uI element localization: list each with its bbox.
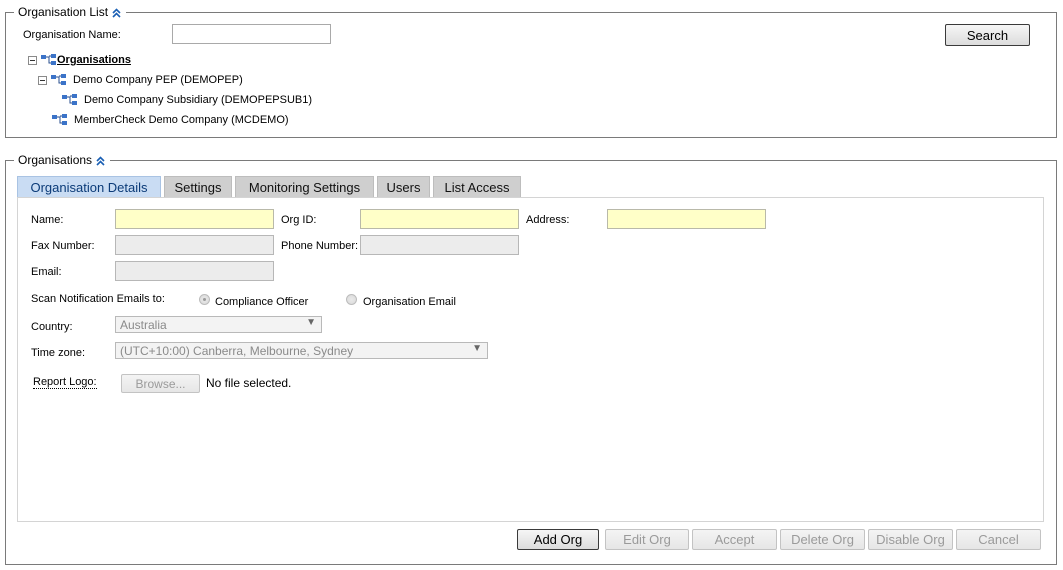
organisation-hierarchy-icon xyxy=(51,74,66,85)
phone-number-input xyxy=(360,235,519,255)
org-id-label: Org ID: xyxy=(281,214,317,226)
organisation-hierarchy-icon xyxy=(62,94,77,105)
file-status-text: No file selected. xyxy=(206,376,292,390)
organisation-name-input[interactable] xyxy=(172,24,331,44)
accept-button[interactable]: Accept xyxy=(692,529,777,550)
browse-button[interactable]: Browse... xyxy=(121,374,200,393)
org-id-input[interactable] xyxy=(360,209,519,229)
country-select[interactable]: Australia ▼ xyxy=(115,316,322,333)
collapse-chevrons-icon[interactable] xyxy=(95,155,106,166)
delete-org-button[interactable]: Delete Org xyxy=(780,529,865,550)
fax-number-input xyxy=(115,235,274,255)
tree-root-label[interactable]: Organisations xyxy=(57,54,131,66)
cancel-button[interactable]: Cancel xyxy=(956,529,1041,550)
edit-org-button[interactable]: Edit Org xyxy=(605,529,689,550)
name-label: Name: xyxy=(31,214,64,226)
compliance-officer-radio[interactable] xyxy=(199,294,210,305)
tree-root: Organisations xyxy=(28,54,131,66)
organisation-list-legend: Organisation List xyxy=(14,5,127,19)
time-zone-label: Time zone: xyxy=(31,347,86,359)
address-label: Address: xyxy=(526,214,570,226)
tree-item[interactable]: Demo Company PEP (DEMOPEP) xyxy=(38,74,243,86)
disable-org-button[interactable]: Disable Org xyxy=(868,529,953,550)
tree-collapse-toggle-icon[interactable] xyxy=(38,75,47,85)
add-org-button[interactable]: Add Org xyxy=(517,529,599,550)
dropdown-arrow-icon: ▼ xyxy=(306,317,316,328)
address-input[interactable] xyxy=(607,209,766,229)
tab-organisation-details[interactable]: Organisation Details xyxy=(17,176,161,197)
organisation-hierarchy-icon xyxy=(52,114,67,125)
organisation-name-label: Organisation Name: xyxy=(23,29,121,41)
tree-item[interactable]: MemberCheck Demo Company (MCDEMO) xyxy=(52,114,289,126)
tree-item-label[interactable]: Demo Company Subsidiary (DEMOPEPSUB1) xyxy=(84,94,312,106)
report-logo-label[interactable]: Report Logo: xyxy=(33,376,97,389)
time-zone-select[interactable]: (UTC+10:00) Canberra, Melbourne, Sydney … xyxy=(115,342,488,359)
dropdown-arrow-icon: ▼ xyxy=(472,343,482,354)
organisation-list-title: Organisation List xyxy=(18,5,109,19)
name-input[interactable] xyxy=(115,209,274,229)
tab-monitoring-settings[interactable]: Monitoring Settings xyxy=(235,176,374,197)
search-button[interactable]: Search xyxy=(945,24,1030,46)
collapse-chevrons-icon[interactable] xyxy=(111,7,122,18)
tab-users[interactable]: Users xyxy=(377,176,430,197)
time-zone-select-value: (UTC+10:00) Canberra, Melbourne, Sydney xyxy=(120,344,354,358)
phone-number-label: Phone Number: xyxy=(281,240,359,252)
tree-item[interactable]: Demo Company Subsidiary (DEMOPEPSUB1) xyxy=(62,94,312,106)
organisation-email-radio[interactable] xyxy=(346,294,357,305)
tree-item-label[interactable]: Demo Company PEP (DEMOPEP) xyxy=(73,74,243,86)
tab-settings[interactable]: Settings xyxy=(164,176,232,197)
email-label: Email: xyxy=(31,266,62,278)
email-input xyxy=(115,261,274,281)
organisations-title: Organisations xyxy=(18,153,93,167)
fax-number-label: Fax Number: xyxy=(31,240,95,252)
organisations-legend: Organisations xyxy=(14,153,111,167)
tree-collapse-toggle-icon[interactable] xyxy=(28,55,37,65)
country-label: Country: xyxy=(31,321,73,333)
organisation-email-label: Organisation Email xyxy=(363,296,456,308)
tab-list-access[interactable]: List Access xyxy=(433,176,521,197)
country-select-value: Australia xyxy=(120,318,167,332)
tree-item-label[interactable]: MemberCheck Demo Company (MCDEMO) xyxy=(74,114,289,126)
compliance-officer-label: Compliance Officer xyxy=(215,296,309,308)
scan-notification-label: Scan Notification Emails to: xyxy=(31,293,165,305)
organisation-hierarchy-icon xyxy=(41,54,56,65)
